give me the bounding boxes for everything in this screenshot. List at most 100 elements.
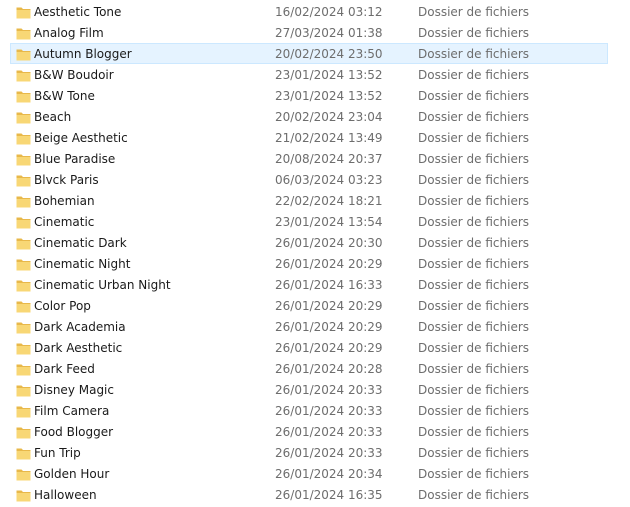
folder-icon (16, 446, 31, 460)
file-name: Fun Trip (34, 446, 81, 460)
file-type: Dossier de fichiers (418, 383, 530, 397)
date-modified: 26/01/2024 20:30 (275, 236, 383, 250)
list-item[interactable]: Cinematic 23/01/2024 13:54 Dossier de fich… (10, 211, 608, 232)
date-modified: 23/01/2024 13:52 (275, 68, 383, 82)
list-item[interactable]: Halloween 26/01/2024 16:35 Dossier de fich… (10, 484, 608, 505)
list-item[interactable]: Blue Paradise 20/08/2024 20:37 Dossier de … (10, 148, 608, 169)
file-name: Cinematic Urban Night (34, 278, 171, 292)
list-item[interactable]: Cinematic Night 26/01/2024 20:29 Dossier d… (10, 253, 608, 274)
file-type: Dossier de fichiers (418, 320, 530, 334)
file-type: Dossier de fichiers (418, 152, 530, 166)
file-type: Dossier de fichiers (418, 68, 530, 82)
file-type: Dossier de fichiers (418, 131, 530, 145)
file-type: Dossier de fichiers (418, 488, 530, 502)
date-modified: 26/01/2024 20:29 (275, 341, 383, 355)
list-item[interactable]: Autumn Blogger 20/02/2024 23:50 Dossier de… (10, 43, 608, 64)
list-item[interactable]: Food Blogger 26/01/2024 20:33 Dossier de f… (10, 421, 608, 442)
list-item[interactable]: Film Camera 26/01/2024 20:33 Dossier de fi… (10, 400, 608, 421)
list-item[interactable]: Disney Magic 26/01/2024 20:33 Dossier de f… (10, 379, 608, 400)
file-name: Aesthetic Tone (34, 5, 122, 19)
folder-icon (16, 215, 31, 229)
date-modified: 26/01/2024 20:34 (275, 467, 383, 481)
date-modified: 26/01/2024 20:33 (275, 446, 383, 460)
date-modified: 21/02/2024 13:49 (275, 131, 383, 145)
file-type: Dossier de fichiers (418, 236, 530, 250)
file-name: Golden Hour (34, 467, 110, 481)
folder-icon (16, 5, 31, 19)
file-type: Dossier de fichiers (418, 110, 530, 124)
file-type: Dossier de fichiers (418, 299, 530, 313)
list-item[interactable]: Bohemian 22/02/2024 18:21 Dossier de fichi… (10, 190, 608, 211)
file-type: Dossier de fichiers (418, 173, 530, 187)
file-name: Blvck Paris (34, 173, 99, 187)
folder-icon (16, 173, 31, 187)
list-item[interactable]: Aesthetic Tone 16/02/2024 03:12 Dossier de… (10, 1, 608, 22)
list-item[interactable]: Cinematic Dark 26/01/2024 20:30 Dossier de… (10, 232, 608, 253)
folder-icon (16, 236, 31, 250)
date-modified: 20/02/2024 23:50 (275, 47, 383, 61)
folder-icon (16, 68, 31, 82)
file-name: Analog Film (34, 26, 104, 40)
folder-icon (16, 425, 31, 439)
file-type: Dossier de fichiers (418, 215, 530, 229)
list-item[interactable]: Color Pop 26/01/2024 20:29 Dossier de fich… (10, 295, 608, 316)
list-item[interactable]: B&W Tone 23/01/2024 13:52 Dossier de fichi… (10, 85, 608, 106)
file-list: Aesthetic Tone 16/02/2024 03:12 Dossier de… (0, 0, 630, 507)
file-name: Cinematic Dark (34, 236, 127, 250)
list-item[interactable]: Dark Feed 26/01/2024 20:28 Dossier de fich… (10, 358, 608, 379)
date-modified: 16/02/2024 03:12 (275, 5, 383, 19)
folder-icon (16, 257, 31, 271)
date-modified: 26/01/2024 20:28 (275, 362, 383, 376)
folder-icon (16, 467, 31, 481)
list-item[interactable]: B&W Boudoir 23/01/2024 13:52 Dossier de fi… (10, 64, 608, 85)
date-modified: 27/03/2024 01:38 (275, 26, 383, 40)
folder-icon (16, 110, 31, 124)
file-type: Dossier de fichiers (418, 425, 530, 439)
folder-icon (16, 152, 31, 166)
list-item[interactable]: Blvck Paris 06/03/2024 03:23 Dossier de fi… (10, 169, 608, 190)
folder-icon (16, 278, 31, 292)
file-name: Film Camera (34, 404, 110, 418)
file-name: Color Pop (34, 299, 91, 313)
file-name: B&W Tone (34, 89, 95, 103)
date-modified: 20/02/2024 23:04 (275, 110, 383, 124)
file-type: Dossier de fichiers (418, 278, 530, 292)
file-type: Dossier de fichiers (418, 404, 530, 418)
date-modified: 22/02/2024 18:21 (275, 194, 383, 208)
folder-icon (16, 488, 31, 502)
date-modified: 26/01/2024 20:29 (275, 257, 383, 271)
folder-icon (16, 362, 31, 376)
list-item[interactable]: Dark Aesthetic 26/01/2024 20:29 Dossier de… (10, 337, 608, 358)
date-modified: 26/01/2024 20:29 (275, 320, 383, 334)
file-type: Dossier de fichiers (418, 26, 530, 40)
date-modified: 26/01/2024 20:33 (275, 383, 383, 397)
file-name: Beige Aesthetic (34, 131, 128, 145)
list-item[interactable]: Fun Trip 26/01/2024 20:33 Dossier de fichi… (10, 442, 608, 463)
folder-icon (16, 404, 31, 418)
folder-icon (16, 131, 31, 145)
list-item[interactable]: Cinematic Urban Night 26/01/2024 16:33 Dos… (10, 274, 608, 295)
date-modified: 23/01/2024 13:52 (275, 89, 383, 103)
file-type: Dossier de fichiers (418, 5, 530, 19)
folder-icon (16, 26, 31, 40)
list-item[interactable]: Golden Hour 26/01/2024 20:34 Dossier de fi… (10, 463, 608, 484)
list-item[interactable]: Beige Aesthetic 21/02/2024 13:49 Dossier d… (10, 127, 608, 148)
date-modified: 26/01/2024 20:29 (275, 299, 383, 313)
date-modified: 26/01/2024 16:35 (275, 488, 383, 502)
file-type: Dossier de fichiers (418, 467, 530, 481)
date-modified: 20/08/2024 20:37 (275, 152, 383, 166)
file-name: B&W Boudoir (34, 68, 114, 82)
date-modified: 23/01/2024 13:54 (275, 215, 383, 229)
folder-icon (16, 299, 31, 313)
file-name: Dark Academia (34, 320, 126, 334)
folder-icon (16, 194, 31, 208)
file-name: Halloween (34, 488, 97, 502)
list-item[interactable]: Analog Film 27/03/2024 01:38 Dossier de fi… (10, 22, 608, 43)
file-name: Beach (34, 110, 72, 124)
list-item[interactable]: Dark Academia 26/01/2024 20:29 Dossier de … (10, 316, 608, 337)
folder-icon (16, 89, 31, 103)
file-type: Dossier de fichiers (418, 47, 530, 61)
file-type: Dossier de fichiers (418, 341, 530, 355)
file-type: Dossier de fichiers (418, 257, 530, 271)
list-item[interactable]: Beach 20/02/2024 23:04 Dossier de fichiers (10, 106, 608, 127)
